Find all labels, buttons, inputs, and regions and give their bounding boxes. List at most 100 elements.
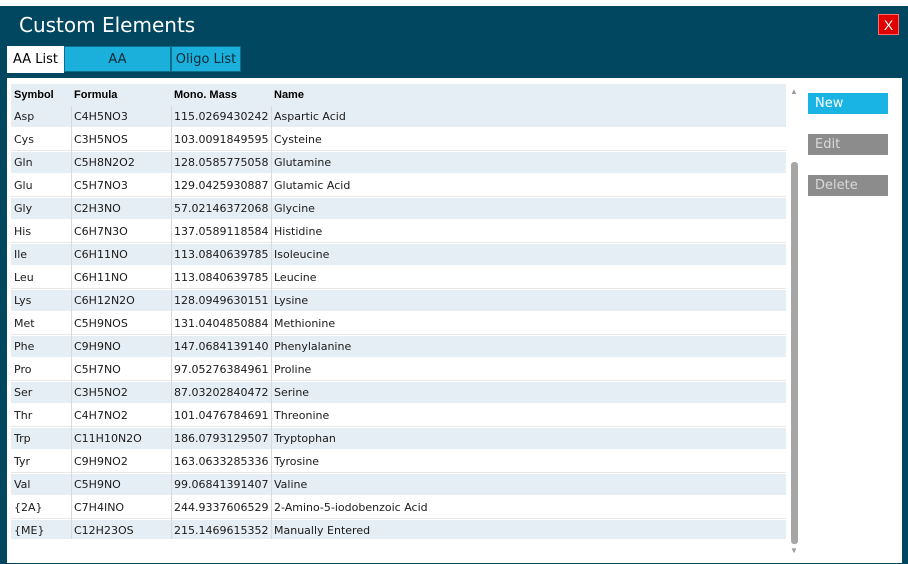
cell-mono-mass: 113.08406397853 bbox=[174, 248, 269, 261]
cell-formula: C9H9NO2 bbox=[74, 455, 128, 468]
cell-formula: C5H9NO bbox=[74, 478, 121, 491]
cell-formula: C5H8N2O2 bbox=[74, 156, 135, 169]
cell-name: Methionine bbox=[274, 317, 336, 330]
cell-mono-mass: 115.02694302429 bbox=[174, 110, 269, 123]
cell-name: Isoleucine bbox=[274, 248, 330, 261]
cell-symbol: Pro bbox=[14, 363, 32, 376]
cell-formula: C5H7NO3 bbox=[74, 179, 128, 192]
cell-name: Tyrosine bbox=[274, 455, 320, 468]
column-header-formula[interactable]: Formula bbox=[74, 84, 169, 106]
table-row[interactable]: Val C5H9NO 99.06841391407 Valine bbox=[11, 474, 786, 496]
cell-symbol: Gln bbox=[14, 156, 33, 169]
tab-oligo-list[interactable]: Oligo List bbox=[171, 46, 241, 72]
cell-symbol: Tyr bbox=[14, 455, 31, 468]
cell-symbol: Leu bbox=[14, 271, 34, 284]
table-row[interactable]: Tyr C9H9NO2 163.06332853364 Tyrosine bbox=[11, 451, 786, 473]
table-header: Symbol Formula Mono. Mass Name bbox=[11, 84, 786, 106]
table-row[interactable]: Asp C4H5NO3 115.02694302429 Aspartic Acid bbox=[11, 106, 786, 128]
scroll-up-arrow-icon[interactable]: ▲ bbox=[788, 86, 800, 98]
cell-symbol: {2A} bbox=[14, 501, 43, 514]
column-divider bbox=[171, 106, 172, 539]
cell-formula: C2H3NO bbox=[74, 202, 121, 215]
table-row[interactable]: Met C5H9NOS 131.04048508847 Methionine bbox=[11, 313, 786, 335]
column-header-mono-mass[interactable]: Mono. Mass bbox=[174, 84, 269, 106]
cell-mono-mass: 163.06332853364 bbox=[174, 455, 269, 468]
scroll-down-arrow-icon[interactable]: ▼ bbox=[788, 545, 800, 557]
table-row[interactable]: Trp C11H10N2O 186.07931295073 Tryptophan bbox=[11, 428, 786, 450]
table-row[interactable]: Ile C6H11NO 113.08406397853 Isoleucine bbox=[11, 244, 786, 266]
cell-mono-mass: 129.04259308875 bbox=[174, 179, 269, 192]
column-header-symbol[interactable]: Symbol bbox=[14, 84, 69, 106]
cell-formula: C7H4INO bbox=[74, 501, 125, 514]
cell-formula: C9H9NO bbox=[74, 340, 121, 353]
cell-mono-mass: 137.05891185847 bbox=[174, 225, 269, 238]
cell-name: Valine bbox=[274, 478, 308, 491]
cell-name: Histidine bbox=[274, 225, 323, 238]
cell-formula: C3H5NOS bbox=[74, 133, 128, 146]
table-row[interactable]: Lys C6H12N2O 128.09496301519 Lysine bbox=[11, 290, 786, 312]
cell-symbol: Ser bbox=[14, 386, 33, 399]
cell-symbol: Glu bbox=[14, 179, 33, 192]
table-row[interactable]: Phe C9H9NO 147.0684139140... Phenylalanine bbox=[11, 336, 786, 358]
table-row[interactable]: His C6H7N3O 137.05891185847 Histidine bbox=[11, 221, 786, 243]
cell-name: Proline bbox=[274, 363, 312, 376]
table-row[interactable]: Ser C3H5NO2 87.03202840472 Serine bbox=[11, 382, 786, 404]
tab-aa-list[interactable]: AA List bbox=[7, 46, 64, 73]
delete-button[interactable]: Delete bbox=[808, 175, 888, 196]
cell-formula: C12H23OS bbox=[74, 524, 134, 537]
table-row[interactable]: Gln C5H8N2O2 128.05857750584 Glutamine bbox=[11, 152, 786, 174]
cell-formula: C6H7N3O bbox=[74, 225, 128, 238]
column-header-name[interactable]: Name bbox=[274, 84, 774, 106]
cell-name: Glutamine bbox=[274, 156, 332, 169]
cell-symbol: Val bbox=[14, 478, 31, 491]
cell-mono-mass: 113.08406397853 bbox=[174, 271, 269, 284]
cell-mono-mass: 57.02146372068... bbox=[174, 202, 269, 215]
cell-mono-mass: 128.09496301519 bbox=[174, 294, 269, 307]
cell-name: Tryptophan bbox=[274, 432, 336, 445]
cell-symbol: Gly bbox=[14, 202, 33, 215]
table-row[interactable]: Pro C5H7NO 97.05276384961 Proline bbox=[11, 359, 786, 381]
table-row[interactable]: {2A} C7H4INO 244.93376065292 2-Amino-5-iodo… bbox=[11, 497, 786, 519]
table-row[interactable]: Glu C5H7NO3 129.04259308875 Glutamic Acid bbox=[11, 175, 786, 197]
table-row[interactable]: Cys C3H5NOS 103.00918495955 Cysteine bbox=[11, 129, 786, 151]
close-button[interactable]: X bbox=[878, 14, 899, 35]
column-divider bbox=[271, 106, 272, 539]
cell-formula: C3H5NO2 bbox=[74, 386, 128, 399]
aa-table[interactable]: Symbol Formula Mono. Mass Name Asp C4H5NO… bbox=[11, 84, 786, 539]
cell-symbol: Met bbox=[14, 317, 35, 330]
cell-name: Lysine bbox=[274, 294, 309, 307]
table-row[interactable]: Leu C6H11NO 113.08406397853 Leucine bbox=[11, 267, 786, 289]
new-button[interactable]: New bbox=[808, 93, 888, 114]
cell-name: Cysteine bbox=[274, 133, 322, 146]
cell-name: Glycine bbox=[274, 202, 315, 215]
cell-mono-mass: 103.00918495955 bbox=[174, 133, 269, 146]
cell-mono-mass: 244.93376065292 bbox=[174, 501, 269, 514]
vertical-scrollbar[interactable]: ▲ ▼ bbox=[788, 84, 800, 559]
cell-mono-mass: 99.06841391407 bbox=[174, 478, 269, 491]
cell-name: Glutamic Acid bbox=[274, 179, 351, 192]
cell-name: Phenylalanine bbox=[274, 340, 352, 353]
cell-symbol: Ile bbox=[14, 248, 28, 261]
cell-formula: C6H12N2O bbox=[74, 294, 135, 307]
cell-formula: C11H10N2O bbox=[74, 432, 142, 445]
table-row[interactable]: Thr C4H7NO2 101.04767846918 Threonine bbox=[11, 405, 786, 427]
cell-mono-mass: 87.03202840472 bbox=[174, 386, 269, 399]
cell-mono-mass: 101.04767846918 bbox=[174, 409, 269, 422]
cell-symbol: Asp bbox=[14, 110, 35, 123]
scrollbar-thumb[interactable] bbox=[791, 162, 798, 544]
cell-formula: C6H11NO bbox=[74, 248, 128, 261]
cell-formula: C5H9NOS bbox=[74, 317, 128, 330]
cell-mono-mass: 97.05276384961 bbox=[174, 363, 269, 376]
cell-mono-mass: 147.0684139140... bbox=[174, 340, 269, 353]
cell-mono-mass: 215.14696153526 bbox=[174, 524, 269, 537]
cell-symbol: His bbox=[14, 225, 32, 238]
cell-name: Leucine bbox=[274, 271, 317, 284]
cell-name: Aspartic Acid bbox=[274, 110, 346, 123]
cell-formula: C4H5NO3 bbox=[74, 110, 128, 123]
cell-symbol: Lys bbox=[14, 294, 32, 307]
table-row[interactable]: Gly C2H3NO 57.02146372068... Glycine bbox=[11, 198, 786, 220]
cell-name: 2-Amino-5-iodobenzoic Acid bbox=[274, 501, 428, 514]
edit-button[interactable]: Edit bbox=[808, 134, 888, 155]
tab-aa-modifications[interactable]: AA Modifications bbox=[64, 46, 171, 93]
table-row[interactable]: {ME} C12H23OS 215.14696153526 Manually Ente… bbox=[11, 520, 786, 539]
